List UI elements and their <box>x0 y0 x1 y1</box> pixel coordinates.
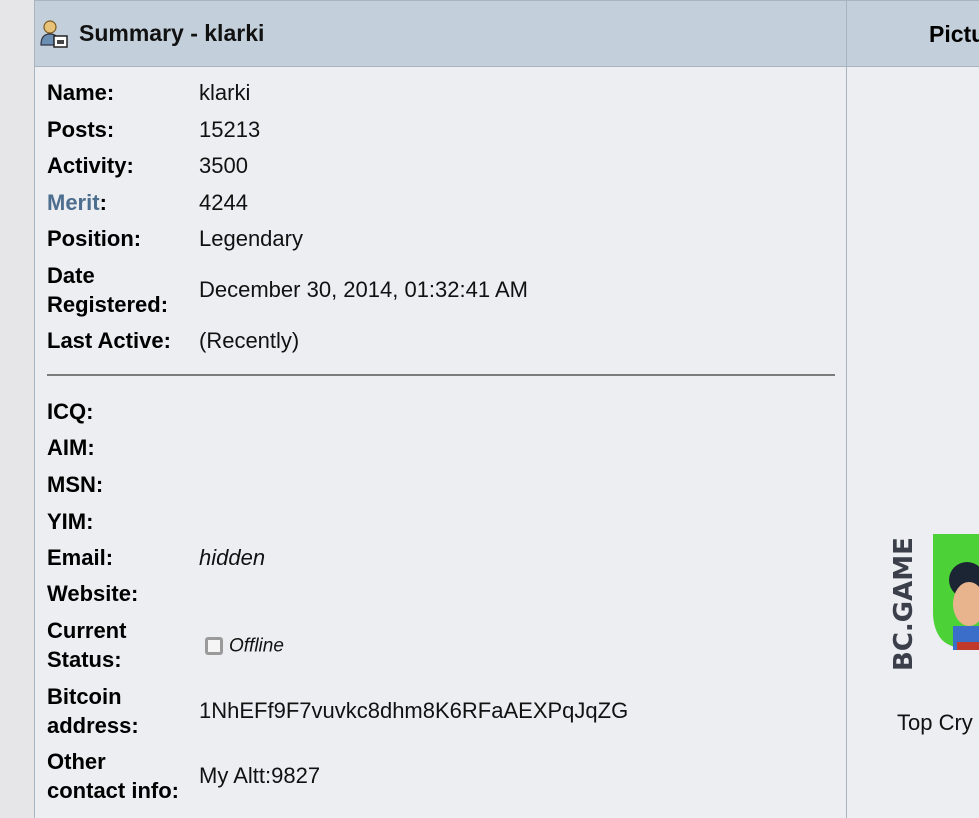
date-registered-label-line1: Date <box>47 263 95 288</box>
posts-value: 15213 <box>199 117 261 142</box>
picture-panel: Picture BC.GAME Top Cry <box>847 0 979 818</box>
other-contact-value: My Altt:9827 <box>199 763 321 788</box>
name-label: Name: <box>47 80 115 105</box>
section-divider <box>47 374 835 376</box>
position-label: Position: <box>47 226 142 251</box>
bitcoin-address-label-line1: Bitcoin <box>47 684 122 709</box>
avatar-brand-text: BC.GAME <box>889 537 919 671</box>
last-active-value: (Recently) <box>199 328 300 353</box>
merit-value: 4244 <box>199 190 248 215</box>
current-status-label-line2: Status: <box>47 647 122 672</box>
status-text: Offline <box>229 635 284 657</box>
page-title: Summary - klarki <box>79 20 265 46</box>
summary-panel: Summary - klarki Name: klarki Posts: 152… <box>34 0 847 818</box>
last-active-label: Last Active: <box>47 328 171 353</box>
merit-link[interactable]: Merit <box>47 190 100 215</box>
activity-label: Activity: <box>47 153 134 178</box>
email-label: Email: <box>47 545 114 570</box>
activity-value: 3500 <box>199 153 248 178</box>
date-registered-label-line2: Registered: <box>47 292 169 317</box>
yim-label: YIM: <box>47 509 94 534</box>
summary-header: Summary - klarki <box>35 0 846 67</box>
posts-label: Posts: <box>47 117 115 142</box>
msn-label: MSN: <box>47 472 104 497</box>
website-label: Website: <box>47 581 139 606</box>
avatar-caption: Top Cry <box>897 710 973 735</box>
merit-label-colon: : <box>99 190 107 215</box>
page-margin <box>0 0 34 818</box>
aim-label: AIM: <box>47 435 95 460</box>
current-status-value: Offline <box>205 630 284 661</box>
avatar[interactable]: BC.GAME <box>887 532 979 672</box>
date-registered-value: December 30, 2014, 01:32:41 AM <box>199 277 528 302</box>
user-summary-icon <box>39 19 69 49</box>
other-contact-label: Other contact info: <box>47 747 207 805</box>
position-value: Legendary <box>199 226 303 251</box>
bitcoin-address-value: 1NhEFf9F7vuvkc8dhm8K6RFaAEXPqJqZG <box>199 698 629 723</box>
other-contact-label-line1: Other <box>47 749 106 774</box>
other-contact-label-line2: contact info: <box>47 778 179 803</box>
bitcoin-address-label: Bitcoin address: <box>47 682 197 740</box>
picture-header: Picture <box>847 0 979 67</box>
date-registered-label: Date Registered: <box>47 261 197 319</box>
email-value: hidden <box>199 545 266 570</box>
bitcoin-address-label-line2: address: <box>47 713 139 738</box>
current-status-label-line1: Current <box>47 618 127 643</box>
current-status-label: Current Status: <box>47 616 197 674</box>
offline-status-icon <box>205 637 223 656</box>
merit-label: Merit: <box>47 188 197 217</box>
icq-label: ICQ: <box>47 399 94 424</box>
name-value: klarki <box>199 80 251 105</box>
